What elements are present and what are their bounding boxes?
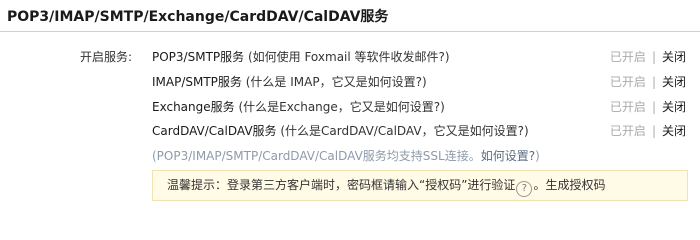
disable-exchange-button[interactable]: 关闭 [662, 100, 686, 114]
service-name: Exchange服务 [152, 100, 235, 114]
service-row-pop3-smtp: POP3/SMTP服务 (如何使用 Foxmail 等软件收发邮件?) [152, 48, 450, 65]
disable-pop3-smtp-button[interactable]: 关闭 [662, 50, 686, 64]
service-help-link[interactable]: (如何使用 Foxmail 等软件收发邮件?) [244, 50, 450, 64]
disable-imap-smtp-button[interactable]: 关闭 [662, 75, 686, 89]
service-name: IMAP/SMTP服务 [152, 75, 242, 89]
status-enabled-text: 已开启 [609, 124, 646, 138]
ssl-support-note: (POP3/IMAP/SMTP/CardDAV/CalDAV服务均支持SSL连接… [152, 147, 540, 164]
auth-code-tip-banner: 温馨提示：登录第三方客户端时，密码框请输入“授权码”进行验证? 。生成授权码 [152, 170, 688, 201]
title-divider [0, 31, 700, 32]
service-help-link[interactable]: (什么是Exchange，它又是如何设置?) [235, 100, 444, 114]
service-name: POP3/SMTP服务 [152, 50, 245, 64]
service-status-imap-smtp: 已开启 | 关闭 [610, 73, 686, 90]
service-help-link[interactable]: (什么是 IMAP，它又是如何设置?) [242, 75, 427, 89]
ssl-note-text: (POP3/IMAP/SMTP/CardDAV/CalDAV服务均支持SSL连接… [152, 149, 481, 163]
status-separator: | [651, 50, 656, 64]
status-enabled-text: 已开启 [609, 100, 646, 114]
enable-services-label: 开启服务: [80, 50, 133, 64]
tip-period: 。 [533, 178, 546, 192]
ssl-note-suffix: ) [535, 149, 540, 163]
ssl-setup-link[interactable]: 如何设置? [481, 149, 535, 163]
service-row-imap-smtp: IMAP/SMTP服务 (什么是 IMAP，它又是如何设置?) [152, 73, 427, 90]
status-enabled-text: 已开启 [609, 50, 646, 64]
question-mark-icon[interactable]: ? [516, 181, 533, 197]
service-status-exchange: 已开启 | 关闭 [610, 98, 686, 115]
service-row-exchange: Exchange服务 (什么是Exchange，它又是如何设置?) [152, 98, 445, 115]
disable-carddav-caldav-button[interactable]: 关闭 [662, 124, 686, 138]
page-title: POP3/IMAP/SMTP/Exchange/CardDAV/CalDAV服务 [7, 9, 389, 25]
generate-auth-code-link[interactable]: 生成授权码 [545, 178, 605, 192]
service-help-link[interactable]: (什么是CardDAV/CalDAV，它又是如何设置?) [277, 124, 528, 138]
service-name: CardDAV/CalDAV服务 [152, 124, 277, 138]
tip-text: 温馨提示：登录第三方客户端时，密码框请输入“授权码”进行验证 [167, 178, 516, 192]
status-separator: | [651, 100, 656, 114]
status-enabled-text: 已开启 [609, 75, 646, 89]
service-status-pop3-smtp: 已开启 | 关闭 [610, 48, 686, 65]
service-status-carddav-caldav: 已开启 | 关闭 [610, 122, 686, 139]
status-separator: | [651, 124, 656, 138]
service-row-carddav-caldav: CardDAV/CalDAV服务 (什么是CardDAV/CalDAV，它又是如… [152, 122, 529, 139]
status-separator: | [651, 75, 656, 89]
